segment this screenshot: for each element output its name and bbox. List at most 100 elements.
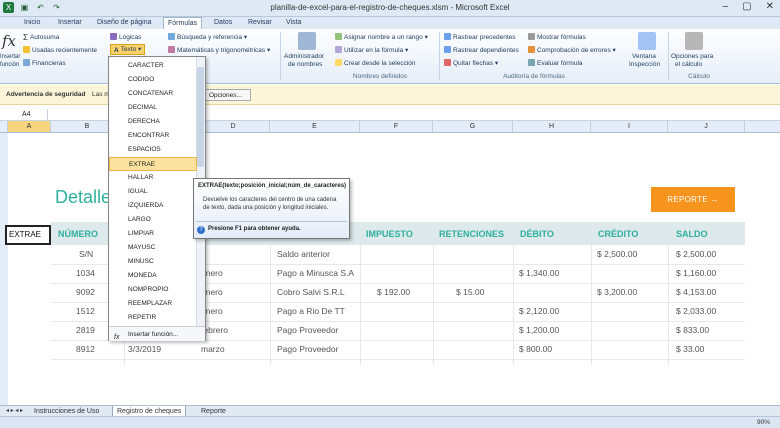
rastrear-prec-label: Rastrear precedentes [453, 34, 516, 41]
menu-item-derecha[interactable]: DERECHA [109, 115, 197, 129]
zoom-level[interactable]: 90% [757, 419, 770, 426]
cell-descripcion[interactable]: Pago Proveedor [277, 344, 338, 354]
cell-saldo[interactable]: $ 1,160.00 [676, 268, 716, 278]
tab-diseno[interactable]: Diseño de página [93, 17, 156, 29]
evaluar-formula-button[interactable]: Evaluar fórmula [528, 59, 583, 67]
rastrear-dependientes-button[interactable]: Rastrear dependientes [444, 46, 519, 54]
insertar-funcion-menu-item[interactable]: fx Insertar función... [109, 326, 205, 341]
security-options-button[interactable]: Opciones... [200, 89, 251, 101]
menu-item-caracter[interactable]: CARACTER [109, 59, 197, 73]
cell-descripcion[interactable]: Pago a Rio De TT [277, 306, 345, 316]
fx-icon: fx [114, 334, 120, 341]
row-headers[interactable] [0, 133, 8, 406]
menu-item-nompropio[interactable]: NOMPROPIO [109, 283, 197, 297]
tooltip-divider [196, 221, 347, 222]
logicas-button[interactable]: Lógicas [110, 33, 141, 41]
cell-credito[interactable]: $ 2,500.00 [597, 249, 637, 259]
tab-datos[interactable]: Datos [210, 17, 236, 29]
menu-item-izquierda[interactable]: IZQUIERDA [109, 199, 197, 213]
column-header-h[interactable]: H [513, 121, 591, 133]
asignar-nombre-button[interactable]: Asignar nombre a un rango ▾ [335, 33, 428, 41]
utilizar-label: Utilizar en la fórmula [344, 47, 404, 54]
tab-vista[interactable]: Vista [282, 17, 305, 29]
tab-formulas[interactable]: Fórmulas [163, 17, 203, 29]
menu-item-hallar[interactable]: HALLAR [109, 171, 197, 185]
cell-saldo[interactable]: $ 33.00 [676, 344, 704, 354]
menu-item-reemplazar[interactable]: REEMPLAZAR [109, 297, 197, 311]
autosuma-button[interactable]: Σ Autosuma [23, 33, 59, 42]
insert-function-button[interactable]: fx Insertar función [0, 32, 20, 72]
recientes-button[interactable]: Usadas recientemente [23, 46, 97, 54]
minimize-button[interactable]: – [723, 1, 729, 12]
cell-numero[interactable]: 1512 [76, 306, 95, 316]
cell-saldo[interactable]: $ 2,033.00 [676, 306, 716, 316]
column-header-f[interactable]: F [360, 121, 433, 133]
financieras-button[interactable]: Financieras [23, 59, 66, 67]
cell-saldo[interactable]: $ 4,153.00 [676, 287, 716, 297]
cell-numero[interactable]: S/N [79, 249, 93, 259]
menu-item-limpiar[interactable]: LIMPIAR [109, 227, 197, 241]
cell-numero[interactable]: 2819 [76, 325, 95, 335]
column-header-a[interactable]: A [8, 121, 51, 133]
administrador-button[interactable]: Administrador de nombres [284, 32, 332, 72]
cell-mes[interactable]: marzo [201, 344, 225, 354]
comprobacion-errores-button[interactable]: Comprobación de errores ▾ [528, 46, 616, 54]
cell-fecha[interactable]: 3/3/2019 [128, 344, 161, 354]
cell-credito[interactable]: $ 3,200.00 [597, 287, 637, 297]
tab-insertar[interactable]: Insertar [54, 17, 86, 29]
menu-item-espacios[interactable]: ESPACIOS [109, 143, 197, 157]
select-all-corner[interactable] [0, 121, 8, 133]
cell-debito[interactable]: $ 1,340.00 [519, 268, 559, 278]
menu-item-decimal[interactable]: DECIMAL [109, 101, 197, 115]
menu-item-codigo[interactable]: CODIGO [109, 73, 197, 87]
texto-dropdown-menu: CARACTER CODIGO CONCATENAR DECIMAL DEREC… [108, 56, 206, 341]
cell-debito[interactable]: $ 1,200.00 [519, 325, 559, 335]
cell-numero[interactable]: 8912 [76, 344, 95, 354]
column-header-g[interactable]: G [433, 121, 513, 133]
matematicas-button[interactable]: Matemáticas y trigonométricas ▾ [168, 46, 270, 54]
maximize-button[interactable]: ▢ [742, 1, 751, 12]
tab-revisar[interactable]: Revisar [244, 17, 276, 29]
cell-descripcion[interactable]: Pago a Minusca S.A [277, 268, 354, 278]
mostrar-formulas-button[interactable]: Mostrar fórmulas [528, 33, 586, 41]
cell-retenciones[interactable]: $ 15.00 [456, 287, 484, 297]
cell-debito[interactable]: $ 2,120.00 [519, 306, 559, 316]
menu-item-concatenar[interactable]: CONCATENAR [109, 87, 197, 101]
close-button[interactable]: ✕ [766, 1, 774, 12]
cell-numero[interactable]: 1034 [76, 268, 95, 278]
selected-cell-a4[interactable]: EXTRAE [5, 225, 51, 245]
menu-item-encontrar[interactable]: ENCONTRAR [109, 129, 197, 143]
name-box[interactable]: A4 [0, 109, 48, 121]
cell-descripcion[interactable]: Saldo anterior [277, 249, 330, 259]
crear-seleccion-button[interactable]: Crear desde la selección [335, 59, 416, 67]
cell-debito[interactable]: $ 800.00 [519, 344, 552, 354]
menu-item-igual[interactable]: IGUAL [109, 185, 197, 199]
utilizar-formula-button[interactable]: Utilizar en la fórmula ▾ [335, 46, 408, 54]
menu-item-largo[interactable]: LARGO [109, 213, 197, 227]
menu-item-minusc[interactable]: MINUSC [109, 255, 197, 269]
menu-item-mayusc[interactable]: MAYUSC [109, 241, 197, 255]
dropdown-scroll-thumb[interactable] [197, 67, 204, 167]
cell-descripcion[interactable]: Pago Proveedor [277, 325, 338, 335]
tab-inicio[interactable]: Inicio [20, 17, 44, 29]
opciones-calculo-button[interactable]: Opciones para el cálculo [671, 32, 717, 72]
function-tooltip: EXTRAE(texto;posición_inicial;núm_de_car… [193, 178, 350, 239]
menu-item-repetir[interactable]: REPETIR [109, 311, 197, 325]
texto-button[interactable]: A Texto ▾ [110, 44, 146, 55]
menu-item-extrae[interactable]: EXTRAE [109, 157, 197, 171]
cell-saldo[interactable]: $ 2,500.00 [676, 249, 716, 259]
rastrear-precedentes-button[interactable]: Rastrear precedentes [444, 33, 516, 41]
cell-impuesto[interactable]: $ 192.00 [377, 287, 410, 297]
column-header-i[interactable]: I [591, 121, 668, 133]
column-header-d[interactable]: D [197, 121, 270, 133]
menu-item-moneda[interactable]: MONEDA [109, 269, 197, 283]
cell-numero[interactable]: 9092 [76, 287, 95, 297]
reporte-button[interactable]: REPORTE → [651, 187, 735, 212]
cell-saldo[interactable]: $ 833.00 [676, 325, 709, 335]
column-header-j[interactable]: J [668, 121, 745, 133]
cell-descripcion[interactable]: Cobro Salvi S.R.L [277, 287, 345, 297]
busqueda-button[interactable]: Búsqueda y referencia ▾ [168, 33, 247, 41]
column-header-e[interactable]: E [270, 121, 360, 133]
ventana-inspeccion-button[interactable]: Ventana Inspección [628, 32, 666, 72]
quitar-flechas-button[interactable]: Quitar flechas ▾ [444, 59, 498, 67]
